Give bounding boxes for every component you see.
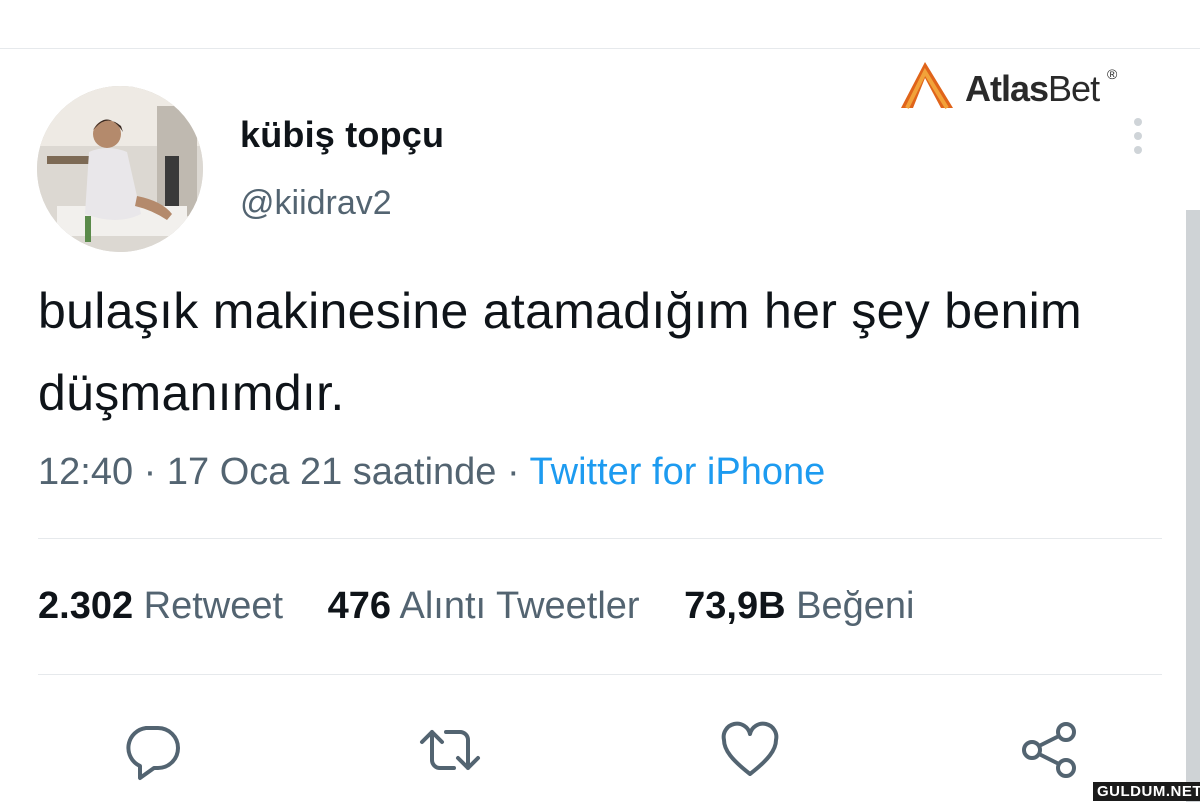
scrollbar[interactable] — [1186, 210, 1200, 802]
tweet-text: bulaşık makinesine atamadığım her şey be… — [38, 283, 1082, 421]
more-vert-icon[interactable] — [1127, 116, 1149, 160]
atlasbet-logo: AtlasBet ® — [895, 56, 1130, 116]
author-handle[interactable]: @kiidrav2 — [240, 184, 392, 223]
brand-text: AtlasBet — [965, 68, 1100, 110]
retweets-label: Retweet — [143, 585, 284, 627]
author-name[interactable]: kübiş topçu — [240, 114, 444, 156]
atlasbet-logo-mark — [901, 62, 953, 110]
tweet-source[interactable]: Twitter for iPhone — [530, 451, 826, 493]
reply-icon[interactable] — [120, 718, 184, 782]
tweet-meta: 12:40 · 17 Oca 21 saatinde · Twitter for… — [38, 451, 825, 494]
watermark: GULDUM.NET — [1093, 782, 1200, 801]
meta-separator: · — [496, 451, 530, 493]
quotes-stat[interactable]: 476 Alıntı Tweetler — [328, 585, 640, 628]
share-icon[interactable] — [1018, 718, 1082, 782]
quotes-label: Alıntı Tweetler — [399, 585, 640, 627]
retweets-count: 2.302 — [38, 585, 134, 627]
top-divider — [0, 48, 1200, 49]
retweet-icon[interactable] — [418, 718, 482, 782]
likes-label: Beğeni — [796, 585, 915, 627]
author-avatar[interactable] — [37, 86, 203, 252]
avatar-photo — [37, 86, 203, 252]
tweet-time[interactable]: 12:40 — [38, 451, 133, 493]
like-icon[interactable] — [718, 718, 782, 782]
tweet-stats: 2.302 Retweet 476 Alıntı Tweetler 73,9B … — [38, 585, 948, 628]
divider — [38, 538, 1162, 539]
meta-separator: · — [133, 451, 167, 493]
divider — [38, 674, 1162, 675]
retweets-stat[interactable]: 2.302 Retweet — [38, 585, 283, 628]
quotes-count: 476 — [327, 585, 392, 627]
likes-stat[interactable]: 73,9B Beğeni — [684, 585, 914, 628]
brand-light: Bet — [1048, 68, 1100, 109]
brand-bold: Atlas — [965, 68, 1049, 109]
likes-count: 73,9B — [684, 585, 786, 627]
brand-registered-mark: ® — [1107, 66, 1118, 82]
tweet-date[interactable]: 17 Oca 21 saatinde — [167, 451, 497, 493]
